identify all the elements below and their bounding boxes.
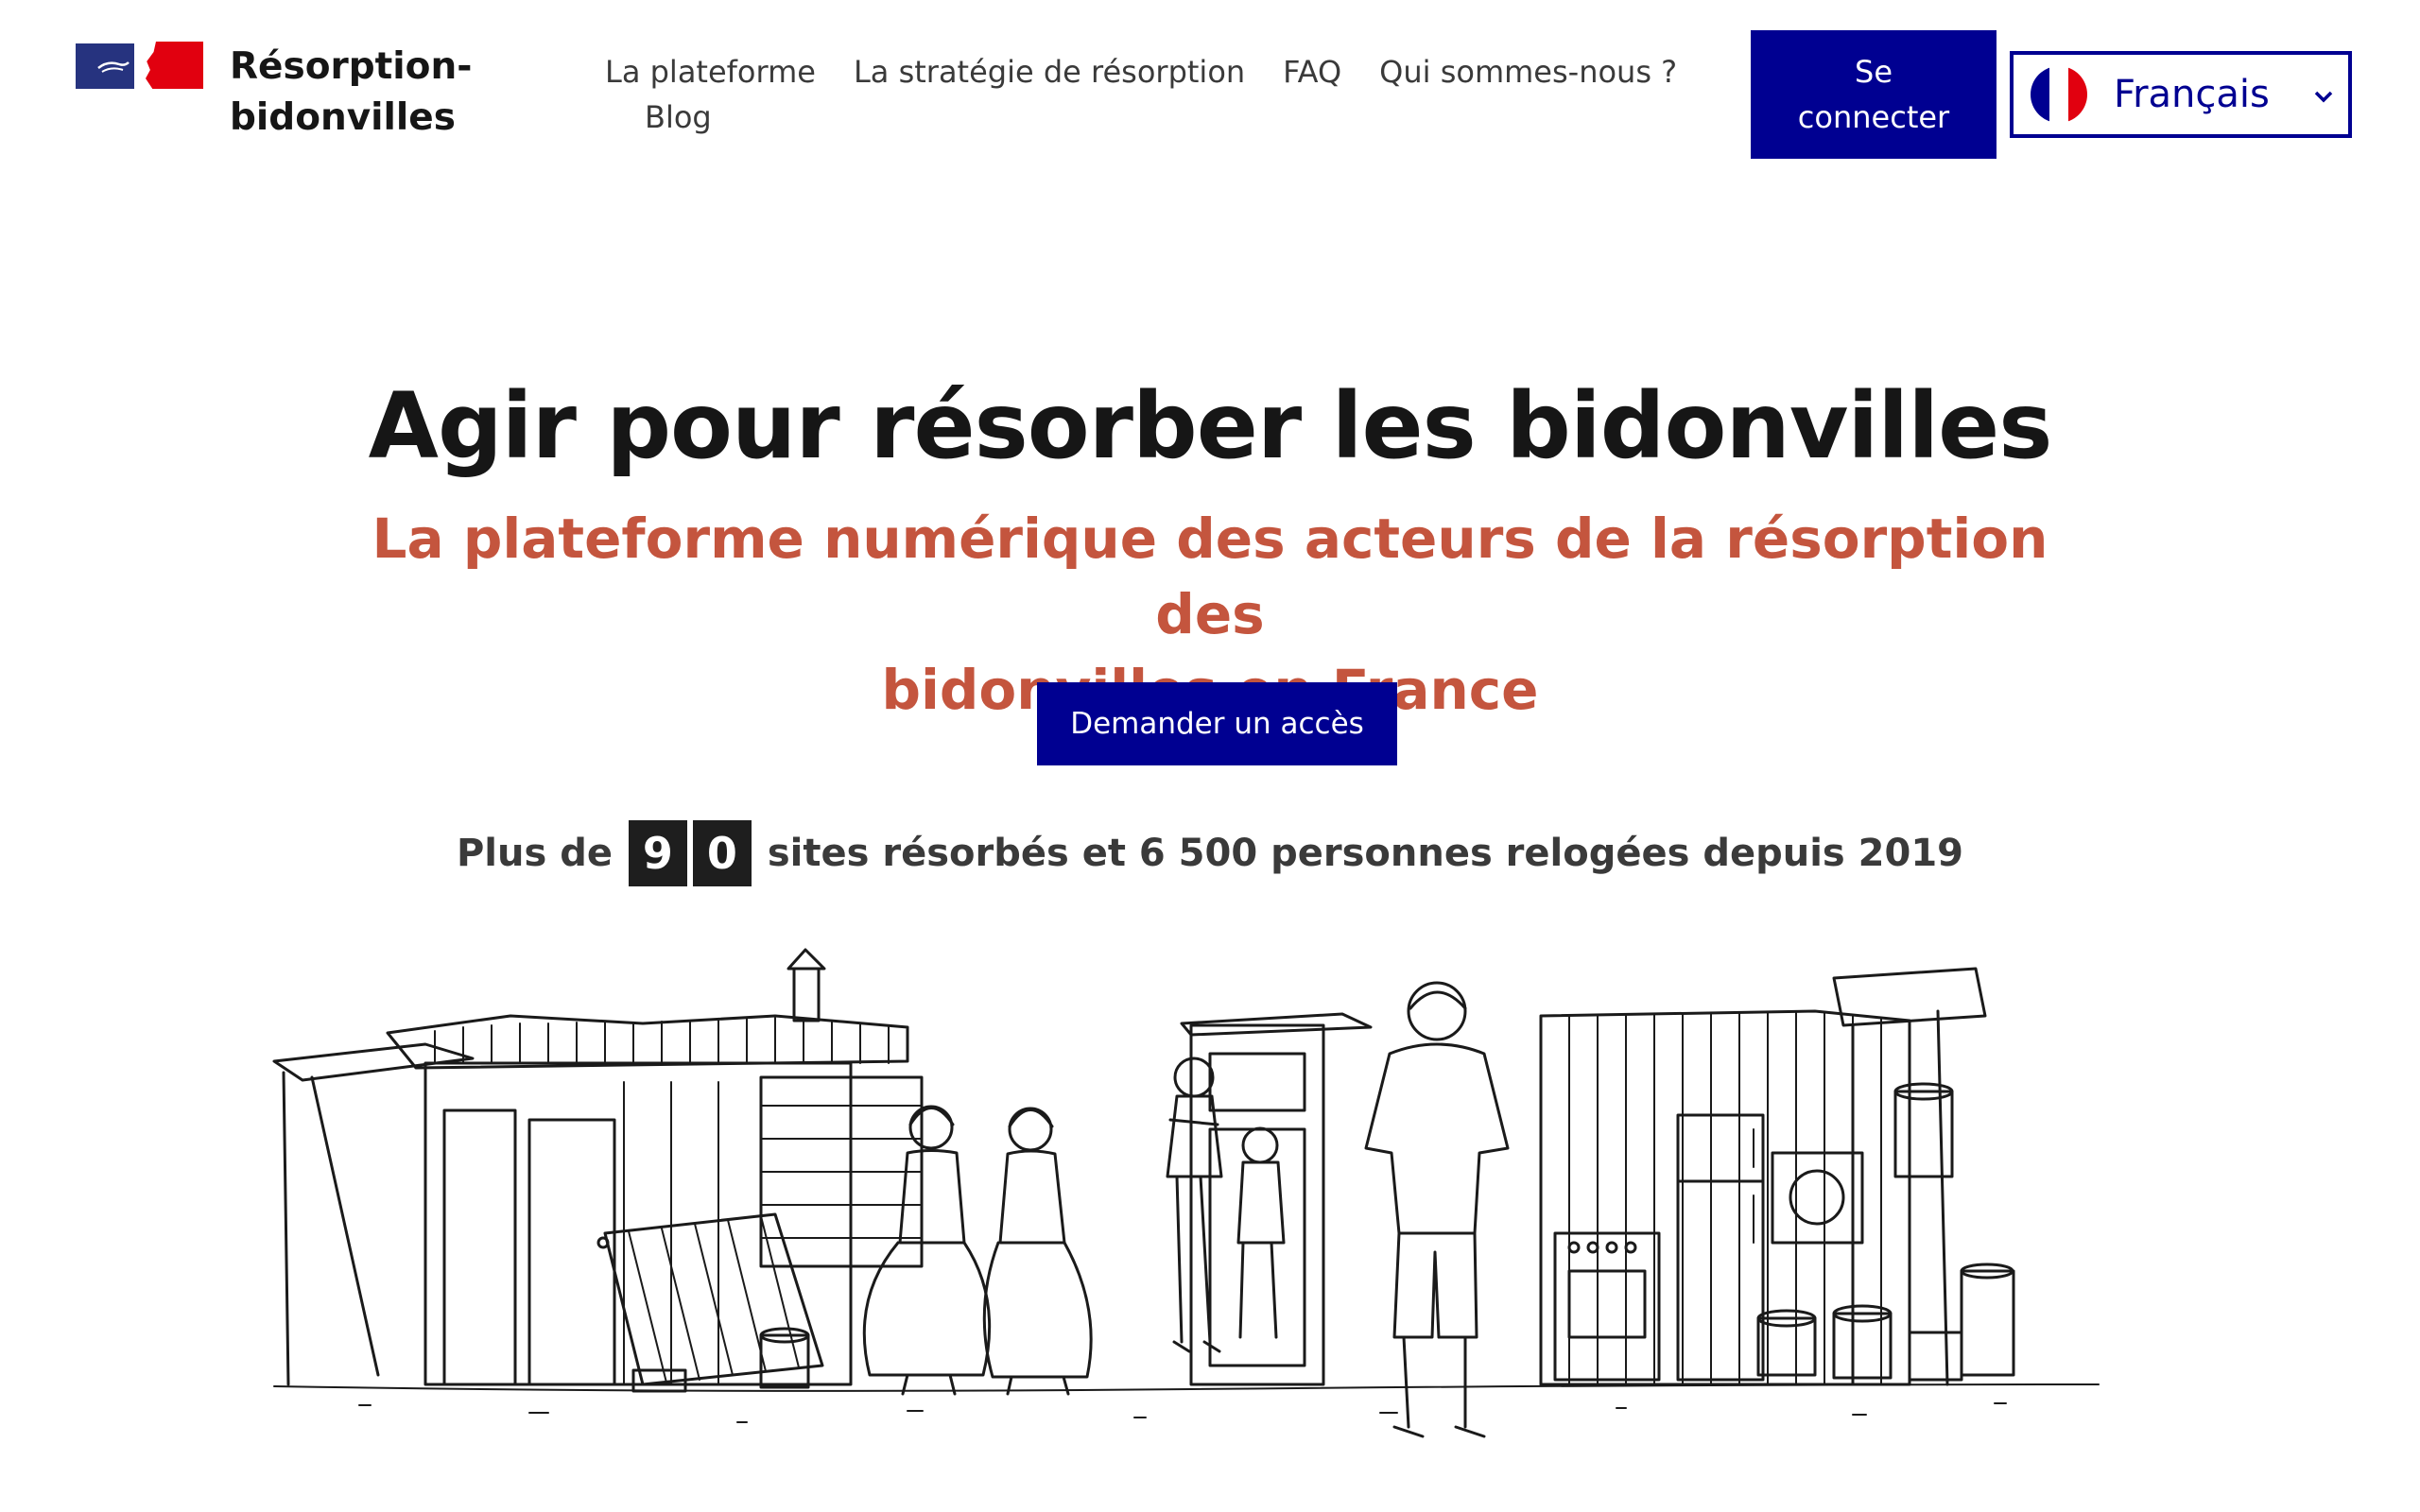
marianne-face-icon [97, 61, 130, 73]
nav-link-plateforme[interactable]: La plateforme [605, 49, 816, 94]
language-select[interactable]: Français [2010, 51, 2352, 138]
home-logo-link[interactable]: Résorption- bidonvilles [76, 42, 472, 144]
bidonville-illustration [272, 948, 2100, 1438]
hero-title: Agir pour résorber les bidonvilles [368, 373, 2053, 479]
stats-banner: Plus de 90 sites résorbés et 6 500 perso… [0, 818, 2420, 886]
stats-digit: 9 [628, 820, 687, 886]
site-name: Résorption- bidonvilles [230, 42, 472, 144]
france-flag-icon [2031, 66, 2087, 123]
chevron-down-icon [2314, 81, 2333, 110]
login-button-line1: Se [1855, 54, 1893, 90]
site-name-line2: bidonvilles [230, 96, 456, 139]
stats-digit: 0 [692, 820, 752, 886]
login-button[interactable]: Se connecter [1751, 30, 1996, 159]
site-header: Résorption- bidonvilles La plateforme La… [0, 0, 2420, 170]
language-selected-value: Français [2114, 73, 2270, 116]
stats-prefix: Plus de [456, 832, 613, 875]
nav-link-strategie[interactable]: La stratégie de résorption [854, 49, 1245, 94]
site-name-line1: Résorption- [230, 45, 473, 88]
nav-link-blog[interactable]: Blog [645, 99, 712, 135]
marianne-logo [76, 42, 203, 91]
nav-link-faq[interactable]: FAQ [1283, 49, 1341, 94]
request-access-button[interactable]: Demander un accès [1037, 682, 1397, 765]
login-button-line2: connecter [1797, 99, 1950, 135]
stats-suffix: sites résorbés et 6 500 personnes relogé… [767, 832, 1963, 875]
hero-subtitle-line1: La plateforme numérique des acteurs de l… [372, 507, 2048, 646]
main-nav: La plateforme La stratégie de résorption… [605, 49, 1692, 140]
nav-link-qui-sommes-nous[interactable]: Qui sommes-nous ? [1379, 49, 1677, 94]
